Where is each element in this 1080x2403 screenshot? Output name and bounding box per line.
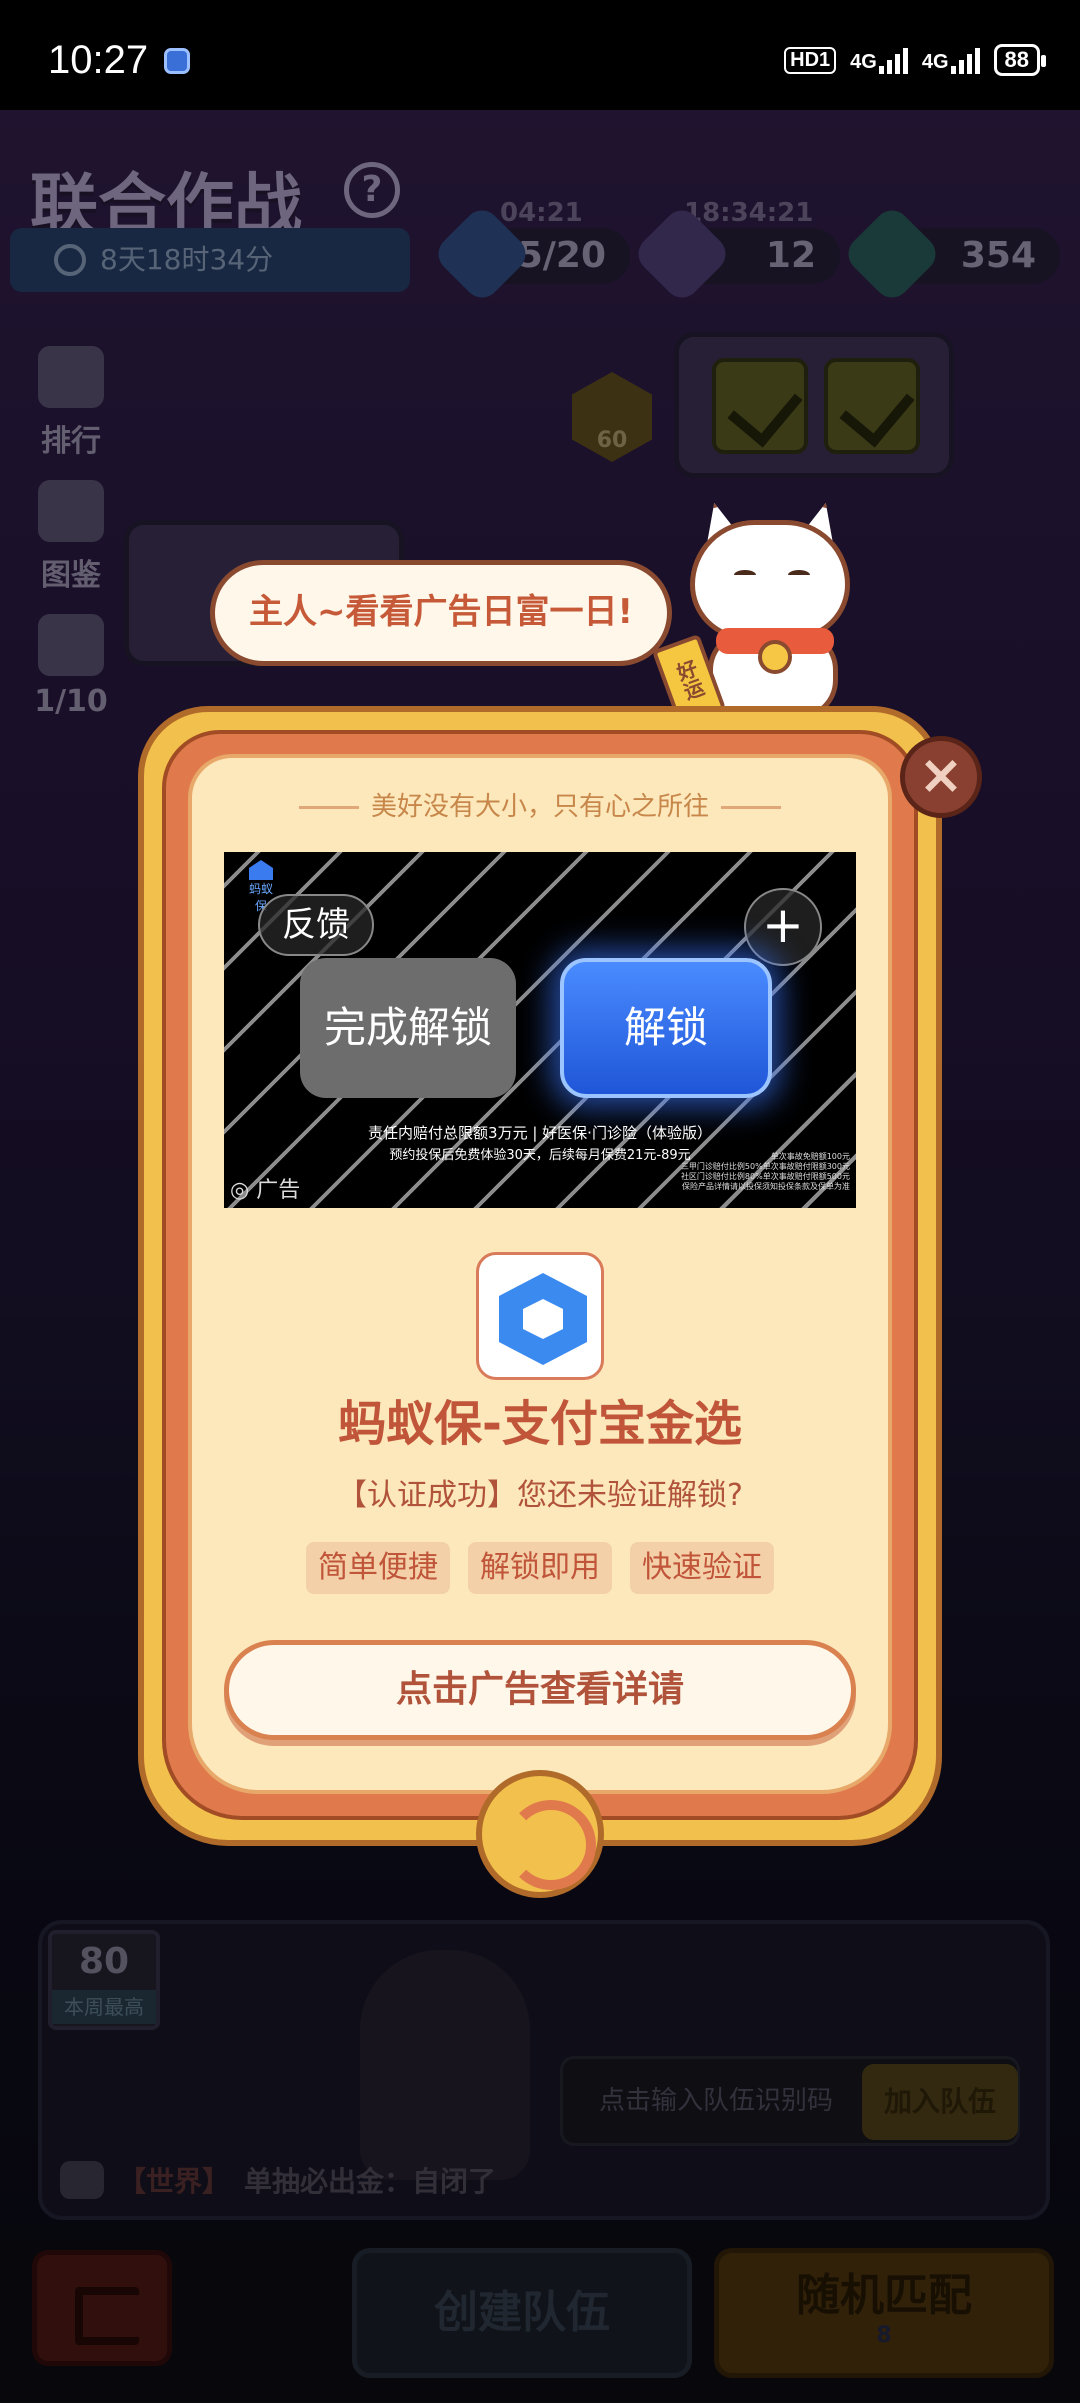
ad-unlock-button[interactable]: 解锁 <box>560 958 772 1098</box>
ad-fine-line: 社区门诊赔付比例80%单次事故赔付限额500元 <box>680 1172 850 1181</box>
feature-tag: 快速验证 <box>630 1542 774 1594</box>
ad-terms-line1: 责任内赔付总限额3万元 | 好医保·门诊险（体验版） <box>368 1124 712 1142</box>
close-icon[interactable]: × <box>900 736 982 818</box>
network-type-1: 4G <box>850 51 877 73</box>
house-icon <box>249 860 273 880</box>
ad-badge-icon: ◎ <box>230 1178 250 1203</box>
scroll-ornament-icon <box>476 1770 604 1898</box>
app-notification-icon <box>164 48 190 74</box>
ad-banner[interactable]: 蚂蚁保 反馈 + 完成解锁 解锁 责任内赔付总限额3万元 | 好医保·门诊险（体… <box>224 852 856 1208</box>
ad-complete-unlock-button[interactable]: 完成解锁 <box>300 958 516 1098</box>
feature-tags: 简单便捷 解锁即用 快速验证 <box>188 1542 892 1594</box>
lucky-cat-mascot: 好运 <box>651 500 872 727</box>
bell-icon <box>758 640 792 674</box>
feature-tag: 解锁即用 <box>468 1542 612 1594</box>
ad-fine-line: 三甲门诊赔付比例50%单次事故赔付限额300元 <box>680 1162 850 1171</box>
ad-label: ◎ 广告 <box>230 1172 300 1204</box>
app-logo-icon[interactable] <box>476 1252 604 1380</box>
app-name: 蚂蚁保-支付宝金选 <box>338 1396 742 1452</box>
ad-fine-line: 保险产品详情请以投保须知投保条款及保单为准 <box>682 1182 850 1191</box>
ad-label-text: 广告 <box>256 1178 301 1203</box>
hd-voice-icon: HD1 <box>784 46 837 74</box>
network-type-2: 4G <box>921 51 949 73</box>
status-time: 10:27 <box>48 38 149 82</box>
feature-tag: 简单便捷 <box>306 1542 450 1594</box>
battery-icon: 88 <box>993 44 1047 76</box>
app-description: 【认证成功】您还未验证解锁? <box>337 1478 743 1513</box>
dialog-motto-text: 美好没有大小，只有心之所往 <box>370 792 709 822</box>
ad-feedback-button[interactable]: 反馈 <box>258 894 374 956</box>
signal-icon-1: 4G <box>850 46 908 74</box>
ad-close-icon[interactable]: + <box>744 888 822 966</box>
ad-fine-print: 单次事故免赔额100元 三甲门诊赔付比例50%单次事故赔付限额300元 社区门诊… <box>650 1152 850 1192</box>
signal-icon-2: 4G <box>922 46 980 74</box>
dialog-motto: 美好没有大小，只有心之所往 <box>188 786 892 823</box>
status-bar: 10:27 HD1 4G 4G 88 <box>0 0 1080 110</box>
ad-fine-line: 单次事故免赔额100元 <box>770 1152 850 1161</box>
ad-brand-logo: 蚂蚁保 <box>246 860 276 913</box>
view-ad-details-button[interactable]: 点击广告查看详请 <box>224 1640 856 1740</box>
speech-bubble: 主人~看看广告日富一日! <box>210 560 672 666</box>
status-indicators: HD1 4G 4G 88 <box>784 44 1047 76</box>
